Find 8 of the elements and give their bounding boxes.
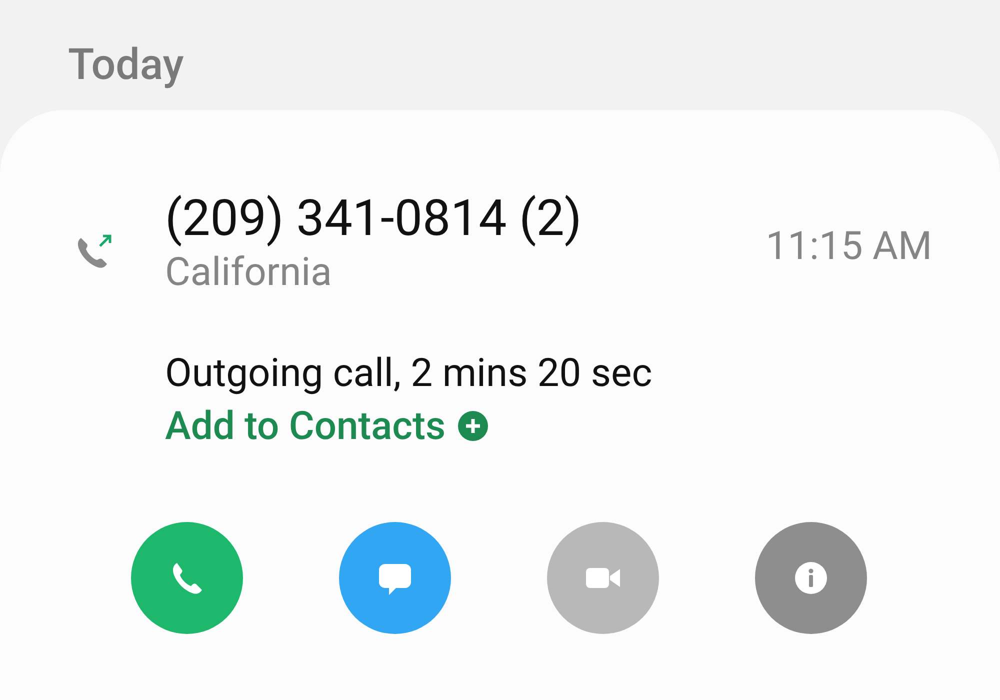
call-detail: Outgoing call, 2 mins 20 sec [165,349,652,398]
phone-number: (209) 341-0814 (2) [165,190,582,248]
plus-circle-icon [458,411,488,441]
add-to-contacts-link[interactable]: Add to Contacts [165,398,488,454]
location-label: California [165,248,332,296]
call-time: 11:15 AM [766,222,932,270]
info-icon [792,559,830,597]
section-header: Today [68,39,184,92]
